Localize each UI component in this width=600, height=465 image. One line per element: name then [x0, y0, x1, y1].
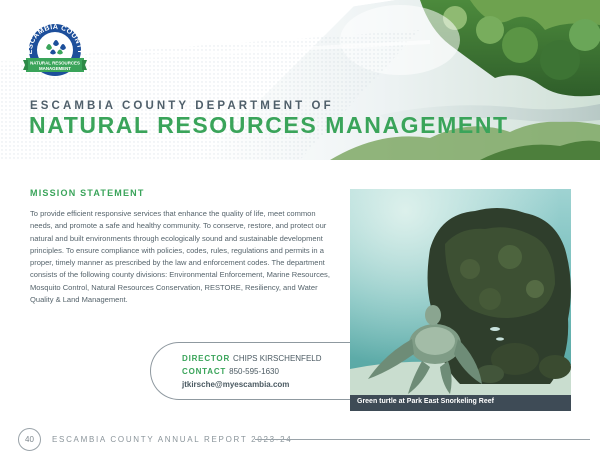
turtle-photo: Green turtle at Park East Snorkeling Ree…: [350, 189, 571, 411]
director-name: CHIPS KIRSCHENFELD: [233, 354, 322, 363]
svg-text:MANAGEMENT: MANAGEMENT: [39, 66, 71, 71]
contact-phone[interactable]: 850-595-1630: [229, 367, 279, 376]
director-row: DIRECTOR CHIPS KIRSCHENFELD: [182, 354, 322, 363]
page-number: 40: [25, 435, 34, 444]
contact-label: CONTACT: [182, 367, 227, 376]
contact-row: CONTACT 850-595-1630: [182, 367, 279, 376]
svg-text:NATURAL RESOURCES: NATURAL RESOURCES: [30, 61, 80, 66]
photo-caption-bar: Green turtle at Park East Snorkeling Ree…: [350, 395, 571, 411]
contact-card: DIRECTOR CHIPS KIRSCHENFELD CONTACT 850-59…: [150, 342, 380, 400]
escambia-nrm-logo: ESCAMBIA COUNTY NATURAL RESOURCES MANAGE…: [22, 22, 92, 82]
department-subtitle: ESCAMBIA COUNTY DEPARTMENT OF: [30, 100, 334, 112]
turtle-reef-image: [350, 189, 571, 411]
mission-statement-text: To provide efficient responsive services…: [30, 209, 330, 305]
contact-email[interactable]: jtkirsche@myescambia.com: [182, 380, 289, 389]
footer-divider: [255, 439, 590, 440]
department-title: NATURAL RESOURCES MANAGEMENT: [29, 112, 509, 138]
mission-heading: MISSION STATEMENT: [30, 188, 145, 198]
photo-caption: Green turtle at Park East Snorkeling Ree…: [357, 398, 494, 405]
director-label: DIRECTOR: [182, 354, 231, 363]
page-number-badge: 40: [18, 428, 41, 451]
